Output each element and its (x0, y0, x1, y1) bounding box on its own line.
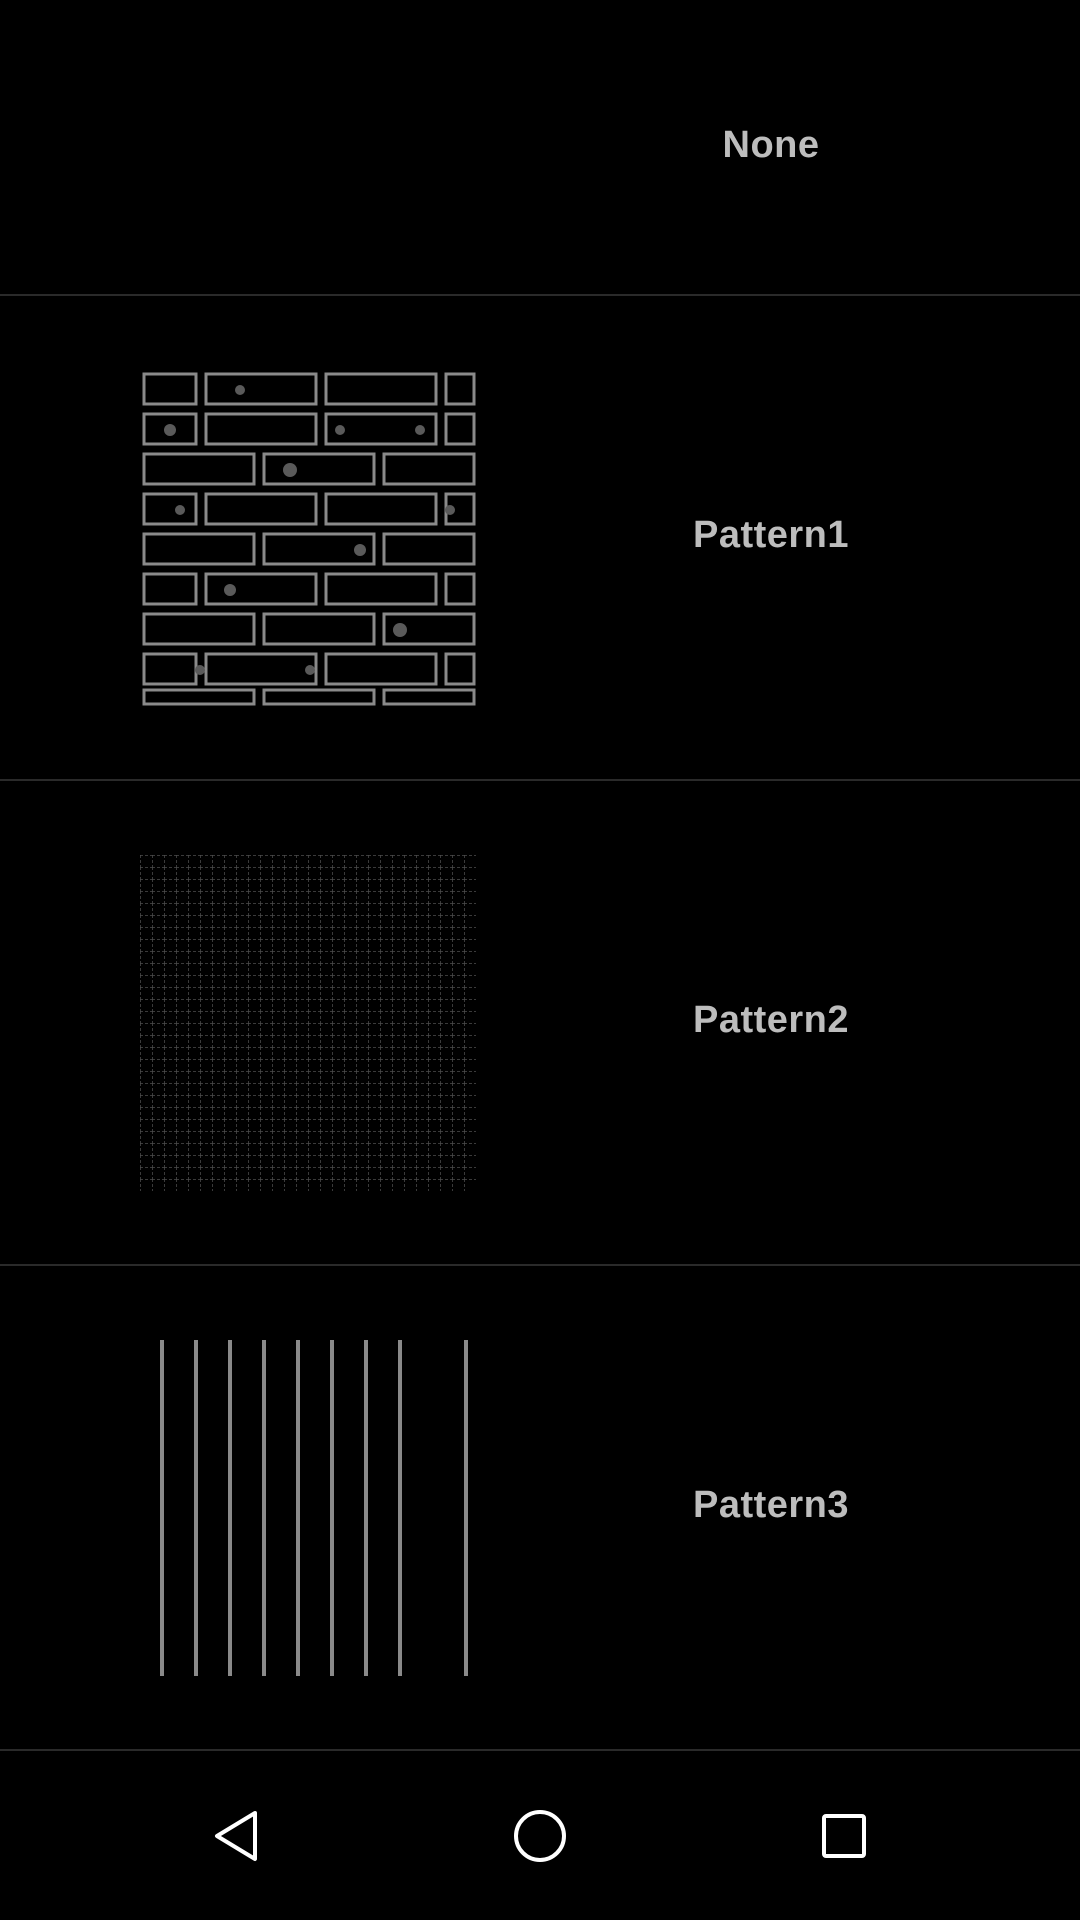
home-circle-icon (514, 1810, 566, 1862)
back-triangle-icon (215, 1811, 257, 1861)
pattern-option-label: Pattern3 (692, 1484, 850, 1526)
pattern-option-pattern3[interactable]: Pattern3 (0, 1266, 1080, 1751)
pattern-option-pattern1[interactable]: Pattern1 (0, 296, 1080, 781)
brick-wall-pattern-icon (142, 372, 476, 706)
system-navigation-bar (0, 1752, 1080, 1920)
pattern-list: None Pattern1 Pattern2 Pattern3 (0, 0, 1080, 1751)
pattern-option-pattern2[interactable]: Pattern2 (0, 781, 1080, 1266)
pattern-option-none[interactable]: None (0, 0, 1080, 296)
pattern-option-label: Pattern2 (692, 999, 850, 1041)
vertical-stripes-pattern-icon (160, 1340, 468, 1676)
pattern-option-label: None (722, 124, 820, 166)
pattern-option-label: Pattern1 (692, 514, 850, 556)
home-button[interactable] (490, 1786, 590, 1886)
grid-mesh-pattern-icon (140, 855, 476, 1191)
back-button[interactable] (186, 1786, 286, 1886)
recent-apps-square-icon (822, 1814, 866, 1858)
recent-apps-button[interactable] (794, 1786, 894, 1886)
